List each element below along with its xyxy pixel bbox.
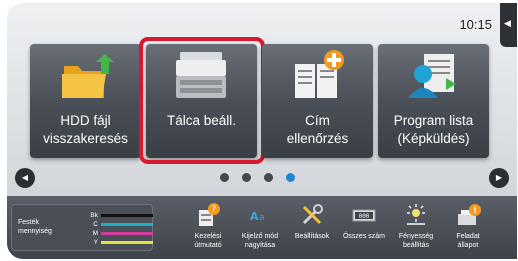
toner-bar [101,214,153,217]
shortcut-label-line1: Fényesség [398,233,434,240]
home-screen: 10:15 ◀ HDD fájl visszakeresés Tálca beá… [7,3,517,259]
arrow-left-icon[interactable]: ◀ [15,168,35,188]
address-book-add-icon [295,50,344,98]
tile-highlight-frame [139,37,265,164]
tile-program-list[interactable]: Program lista (Képküldés) [378,44,489,158]
page-dot[interactable] [264,173,273,182]
user-list-icon [408,54,456,98]
shortcut-label-line1: Összes szám [342,233,385,240]
clock: 10:15 [459,17,492,32]
shortcut-label-line1: Kezelési [194,233,222,240]
toner-row-yellow: Y [88,239,153,246]
toner-label-line1: Festék [18,219,40,226]
tile-label-line1: Program lista [393,113,474,128]
counter-icon: 000 [352,209,376,222]
toner-row-magenta: M [88,230,153,237]
shortcut-display-zoom[interactable]: A a Kijelző mód nagyítása [234,196,286,259]
text-enlarge-icon: A a [250,210,265,223]
shortcut-label-line2: állapot [457,242,479,249]
toner-bar [101,241,153,244]
shortcut-label-line1: Beállítások [294,233,330,240]
manual-help-icon: ? [199,203,220,226]
toner-level-panel[interactable]: Festék mennyiség Bk C M Y [11,204,153,251]
speaker-icon: ◀ [504,18,511,28]
svg-text:000: 000 [359,213,370,220]
tile-address-check[interactable]: Cím ellenőrzés [262,44,373,158]
toner-bar [101,223,153,226]
svg-text:a: a [259,213,265,223]
shortcut-settings[interactable]: Beállítások [286,196,338,259]
shortcut-label-line2: útmutató [194,242,222,249]
shortcut-operation-guide[interactable]: ? Kezelési útmutató [182,196,234,259]
svg-text:?: ? [212,205,217,215]
toner-label-line2: mennyiség [18,228,52,235]
brightness-icon [407,204,425,225]
svg-text:A: A [250,210,259,223]
edge-tab[interactable]: ◀ [500,3,517,47]
shortcut-label-line1: Feladat [456,233,480,240]
shortcut-job-status[interactable]: ! Feladat állapot [442,196,494,259]
job-status-icon: ! [458,204,481,225]
toner-bar [101,232,153,235]
shortcut-label-line1: Kijelző mód [241,233,279,240]
toner-row-black: Bk [88,212,153,219]
toner-key: M [92,230,98,237]
toner-key: C [93,221,98,228]
shortcut-label-line2: beállítás [402,242,430,249]
tile-label-line2: visszakeresés [43,131,128,146]
tile-label-line1: Cím [305,113,330,128]
tools-icon [302,204,323,225]
page-dot-active[interactable] [286,173,295,182]
svg-text:!: ! [473,206,477,215]
tile-label-line2: ellenőrzés [286,131,349,146]
arrow-right-icon[interactable]: ▶ [489,168,509,188]
page-dot[interactable] [242,173,251,182]
tile-hdd-file-retrieve[interactable]: HDD fájl visszakeresés [30,44,141,158]
toner-row-cyan: C [88,221,153,228]
toner-key: Bk [90,212,98,219]
folder-upload-icon [62,54,114,98]
shortcut-total-count[interactable]: 000 Összes szám [338,196,390,259]
shortcut-brightness[interactable]: Fényesség beállítás [390,196,442,259]
bottom-bar: Festék mennyiség Bk C M Y ? Kezelési útm… [7,196,517,259]
tile-label-line1: HDD fájl [60,113,111,128]
page-indicator [220,173,295,182]
shortcut-label-line2: nagyítása [244,242,276,249]
toner-key: Y [93,239,98,246]
tile-label-line2: (Képküldés) [397,131,470,146]
page-dot[interactable] [220,173,229,182]
